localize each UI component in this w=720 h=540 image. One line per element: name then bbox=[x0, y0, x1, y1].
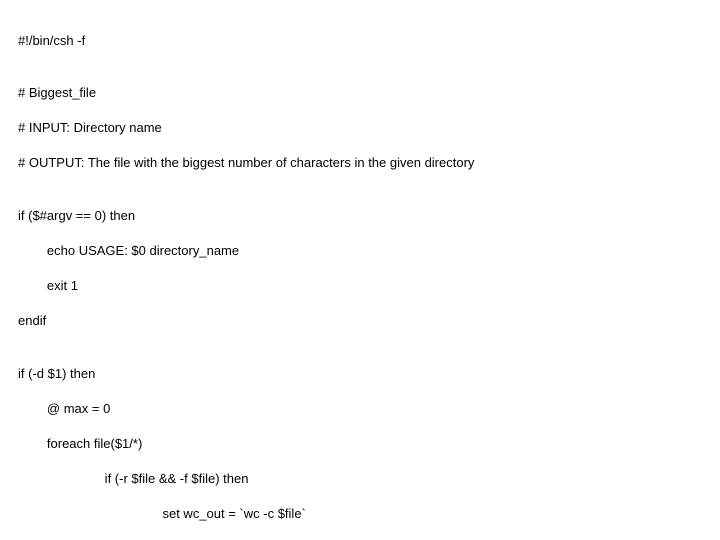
code-line: @ max = 0 bbox=[18, 400, 702, 418]
code-line: exit 1 bbox=[18, 277, 702, 295]
code-line: # INPUT: Directory name bbox=[18, 119, 702, 137]
code-line: if ($#argv == 0) then bbox=[18, 207, 702, 225]
code-line: # OUTPUT: The file with the biggest numb… bbox=[18, 154, 702, 172]
code-line: endif bbox=[18, 312, 702, 330]
code-line: echo USAGE: $0 directory_name bbox=[18, 242, 702, 260]
code-line: # Biggest_file bbox=[18, 84, 702, 102]
code-line: if (-r $file && -f $file) then bbox=[18, 470, 702, 488]
code-line: if (-d $1) then bbox=[18, 365, 702, 383]
code-line: foreach file($1/*) bbox=[18, 435, 702, 453]
code-line: set wc_out = `wc -c $file` bbox=[18, 505, 702, 523]
code-document: #!/bin/csh -f # Biggest_file # INPUT: Di… bbox=[0, 0, 720, 540]
code-line: #!/bin/csh -f bbox=[18, 32, 702, 50]
